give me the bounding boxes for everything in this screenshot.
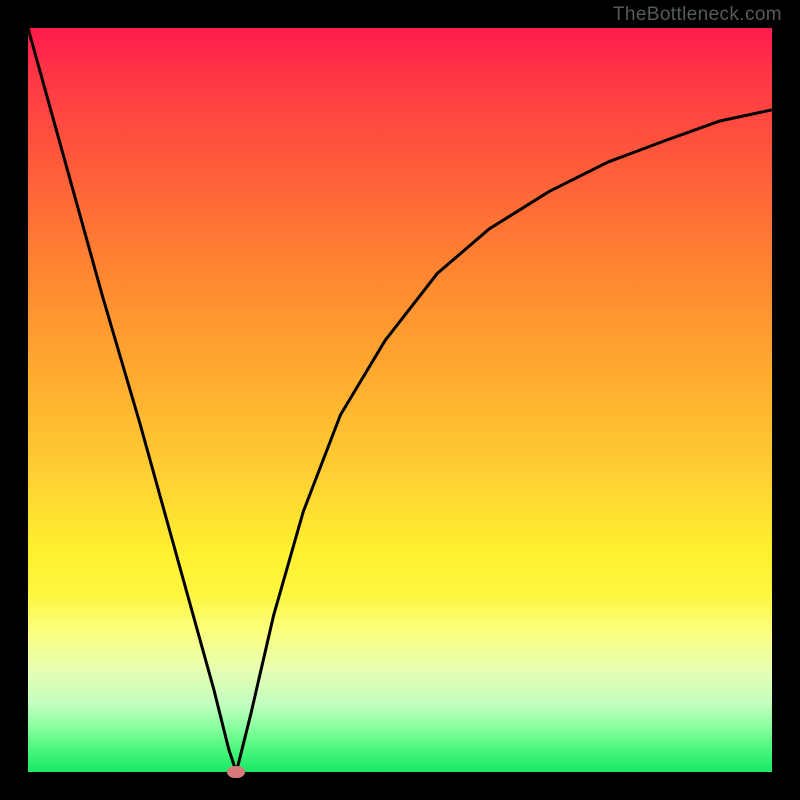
chart-container: TheBottleneck.com	[0, 0, 800, 800]
curve-path	[28, 28, 772, 772]
watermark-text: TheBottleneck.com	[613, 4, 782, 26]
marker-point	[227, 766, 245, 778]
chart-line	[28, 28, 772, 772]
plot-area	[28, 28, 772, 772]
